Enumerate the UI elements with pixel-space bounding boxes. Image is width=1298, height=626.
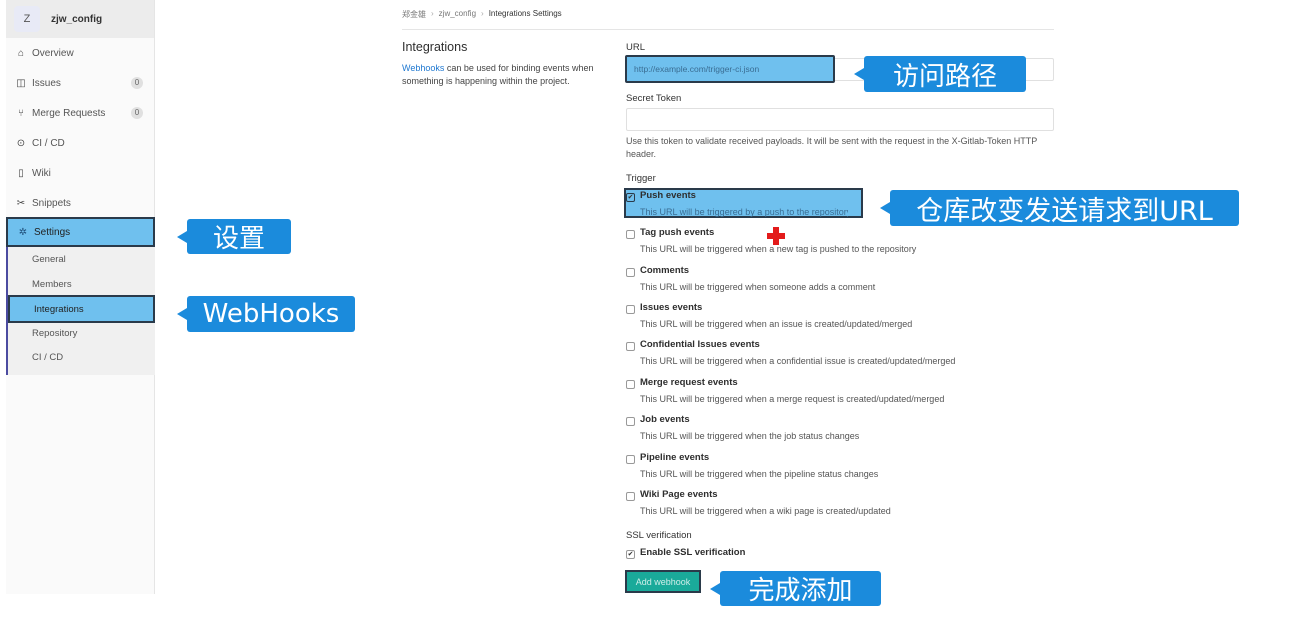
submenu-item-ci-cd[interactable]: CI / CD bbox=[8, 345, 155, 369]
book-icon: ▯ bbox=[18, 167, 24, 179]
sidebar-item-label: Overview bbox=[32, 47, 74, 59]
trigger-description: This URL will be triggered when a confid… bbox=[640, 356, 956, 366]
trigger-title: Wiki Page events bbox=[640, 489, 718, 500]
callout-add: 完成添加 bbox=[720, 571, 881, 606]
home-icon: ⌂ bbox=[17, 47, 25, 59]
sidebar-item-issues[interactable]: ◫ Issues 0 bbox=[6, 68, 155, 98]
callout-settings: 设置 bbox=[187, 219, 291, 254]
breadcrumb-user[interactable]: 郑金雄 bbox=[402, 9, 426, 20]
trigger-description: This URL will be triggered when an issue… bbox=[640, 319, 913, 329]
trigger-description: This URL will be triggered when a merge … bbox=[640, 394, 945, 404]
trigger-comments[interactable]: Comments This URL will be triggered when… bbox=[626, 265, 1046, 299]
push-events-checkbox[interactable]: ✔ bbox=[626, 193, 635, 202]
trigger-description: This URL will be triggered when the pipe… bbox=[640, 469, 879, 479]
breadcrumb-project[interactable]: zjw_config bbox=[439, 9, 476, 20]
divider bbox=[402, 29, 1054, 30]
callout-url-path: 访问路径 bbox=[864, 56, 1026, 92]
trigger-title: Merge request events bbox=[640, 377, 738, 388]
chevron-right-icon: › bbox=[431, 9, 434, 18]
wiki-page-checkbox[interactable] bbox=[626, 492, 635, 501]
trigger-title: Issues events bbox=[640, 302, 703, 313]
issues-count-badge: 0 bbox=[131, 77, 143, 89]
sidebar-item-overview[interactable]: ⌂ Overview bbox=[6, 38, 155, 68]
trigger-description: This URL will be triggered when a wiki p… bbox=[640, 506, 891, 516]
sidebar-item-merge-requests[interactable]: ⑂ Merge Requests 0 bbox=[6, 98, 155, 128]
sidebar-item-settings[interactable]: ✲ Settings bbox=[6, 217, 155, 247]
sidebar-item-label: Wiki bbox=[32, 167, 51, 179]
trigger-title: Job events bbox=[640, 414, 690, 425]
cursor-icon bbox=[767, 227, 785, 245]
trigger-description: This URL will be triggered when a new ta… bbox=[640, 244, 917, 254]
trigger-job-events[interactable]: Job events This URL will be triggered wh… bbox=[626, 414, 1046, 448]
chevron-right-icon: › bbox=[481, 9, 484, 18]
sidebar-item-label: Merge Requests bbox=[32, 107, 106, 119]
settings-submenu: General Members Integrations Repository … bbox=[6, 247, 155, 375]
merge-requests-count-badge: 0 bbox=[131, 107, 143, 119]
ssl-verification-label: SSL verification bbox=[626, 530, 692, 541]
trigger-label: Trigger bbox=[626, 173, 656, 184]
ssl-checkbox[interactable]: ✔ bbox=[626, 550, 635, 559]
trigger-title: Confidential Issues events bbox=[640, 339, 760, 350]
trigger-title: Tag push events bbox=[640, 227, 715, 238]
webhooks-link[interactable]: Webhooks bbox=[402, 63, 444, 73]
gear-icon: ✲ bbox=[18, 226, 28, 238]
confidential-issues-checkbox[interactable] bbox=[626, 342, 635, 351]
trigger-title: Comments bbox=[640, 265, 690, 276]
submenu-item-repository[interactable]: Repository bbox=[8, 321, 155, 345]
sidebar-item-label: Issues bbox=[32, 77, 61, 89]
job-events-checkbox[interactable] bbox=[626, 417, 635, 426]
merge-request-icon: ⑂ bbox=[18, 107, 24, 119]
pipeline-events-checkbox[interactable] bbox=[626, 455, 635, 464]
trigger-description: This URL will be triggered when someone … bbox=[640, 282, 876, 292]
merge-request-checkbox[interactable] bbox=[626, 380, 635, 389]
url-input[interactable]: http://example.com/trigger-ci.json bbox=[625, 55, 835, 83]
breadcrumb-current[interactable]: Integrations Settings bbox=[489, 9, 562, 20]
submenu-item-general[interactable]: General bbox=[8, 247, 155, 271]
sidebar-item-ci-cd[interactable]: ⊙ CI / CD bbox=[6, 128, 155, 158]
scissors-icon: ✂ bbox=[16, 197, 26, 209]
sidebar-item-label: CI / CD bbox=[32, 137, 65, 149]
integrations-description: Webhooks can be used for binding events … bbox=[402, 62, 612, 88]
issues-events-checkbox[interactable] bbox=[626, 305, 635, 314]
ssl-option-label: Enable SSL verification bbox=[640, 547, 746, 558]
trigger-description: This URL will be triggered by a push to … bbox=[640, 207, 848, 217]
trigger-wiki-page-events[interactable]: Wiki Page events This URL will be trigge… bbox=[626, 489, 1046, 523]
add-webhook-button[interactable]: Add webhook bbox=[625, 570, 701, 593]
trigger-description: This URL will be triggered when the job … bbox=[640, 431, 860, 441]
secret-token-help: Use this token to validate received payl… bbox=[626, 136, 1038, 159]
sidebar-item-wiki[interactable]: ▯ Wiki bbox=[6, 158, 155, 188]
trigger-tag-push-events[interactable]: Tag push events This URL will be trigger… bbox=[626, 227, 1046, 261]
submenu-item-integrations[interactable]: Integrations bbox=[8, 295, 155, 323]
sidebar-item-snippets[interactable]: ✂ Snippets bbox=[6, 188, 155, 218]
sidebar-item-label: Snippets bbox=[32, 197, 71, 209]
trigger-merge-request-events[interactable]: Merge request events This URL will be tr… bbox=[626, 377, 1046, 411]
issues-icon: ◫ bbox=[16, 77, 26, 89]
pipeline-icon: ⊙ bbox=[16, 137, 26, 149]
trigger-pipeline-events[interactable]: Pipeline events This URL will be trigger… bbox=[626, 452, 1046, 486]
callout-webhooks: WebHooks bbox=[187, 296, 355, 332]
comments-checkbox[interactable] bbox=[626, 268, 635, 277]
secret-token-input[interactable] bbox=[626, 108, 1054, 131]
ssl-verification-option[interactable]: ✔ Enable SSL verification bbox=[626, 547, 1046, 563]
url-label: URL bbox=[626, 42, 646, 53]
trigger-title: Pipeline events bbox=[640, 452, 710, 463]
secret-token-label: Secret Token bbox=[626, 93, 682, 104]
submenu-item-members[interactable]: Members bbox=[8, 272, 155, 296]
project-header[interactable]: Z zjw_config bbox=[6, 0, 154, 38]
callout-push: 仓库改变发送请求到URL bbox=[890, 190, 1239, 227]
trigger-confidential-issues-events[interactable]: Confidential Issues events This URL will… bbox=[626, 339, 1046, 373]
trigger-issues-events[interactable]: Issues events This URL will be triggered… bbox=[626, 302, 1046, 336]
trigger-title: Push events bbox=[640, 190, 696, 201]
project-name[interactable]: zjw_config bbox=[51, 14, 102, 25]
sidebar-item-label: Settings bbox=[34, 226, 71, 238]
breadcrumb: 郑金雄 › zjw_config › Integrations Settings bbox=[402, 9, 562, 20]
sidebar: Z zjw_config ⌂ Overview ◫ Issues 0 ⑂ Mer… bbox=[6, 0, 155, 594]
tag-push-checkbox[interactable] bbox=[626, 230, 635, 239]
project-avatar: Z bbox=[14, 6, 40, 32]
integrations-title: Integrations bbox=[402, 40, 468, 54]
